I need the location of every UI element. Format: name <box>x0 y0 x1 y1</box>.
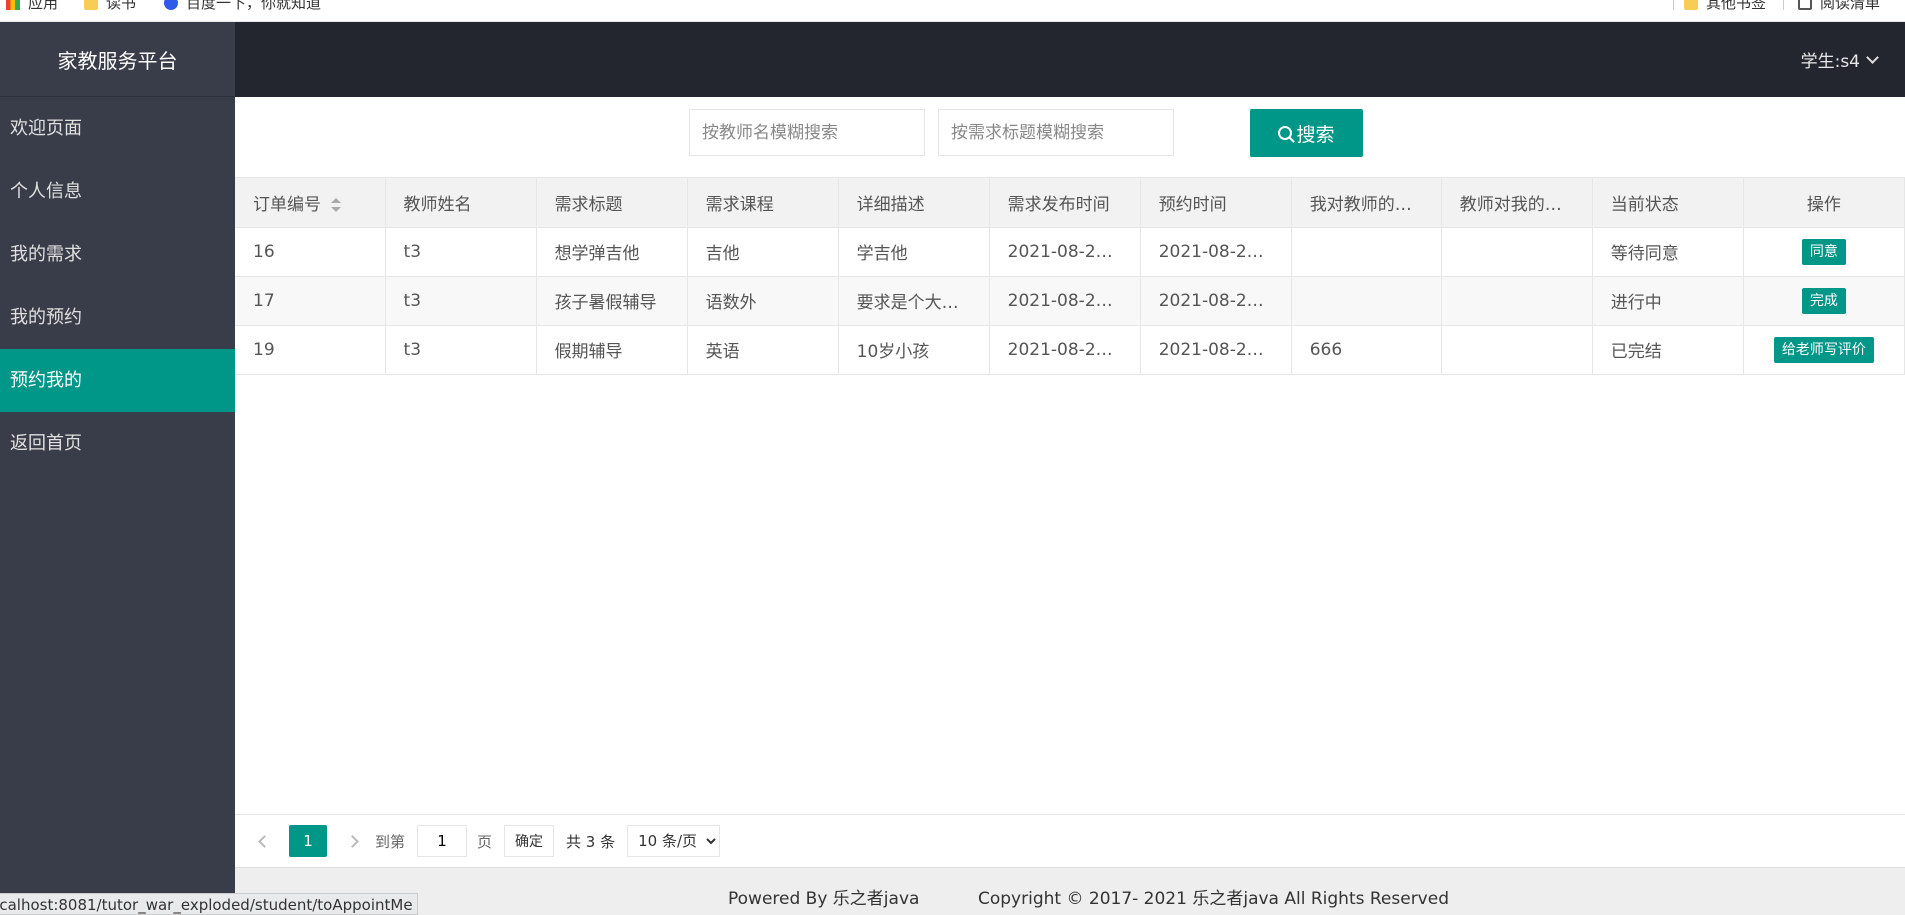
user-name: 学生:s4 <box>1800 52 1860 72</box>
cell-description: 10岁小孩 <box>838 325 990 375</box>
sort-icon[interactable] <box>331 197 341 212</box>
cell-teacher-eval <box>1441 276 1593 326</box>
user-menu[interactable]: 学生:s4 <box>1800 22 1879 97</box>
cell-appoint-time: 2021-08-20 … <box>1140 276 1292 326</box>
goto-page-input[interactable] <box>417 825 468 857</box>
pagination: 1 到第 页 确定 共 3 条 10 条/页 <box>235 814 1905 867</box>
page-size-select[interactable]: 10 条/页 <box>627 825 721 857</box>
cell-description: 学吉他 <box>838 227 990 277</box>
app-logo: 家教服务平台 <box>0 22 235 97</box>
cell-order-id: 19 <box>235 325 386 375</box>
sidebar: 家教服务平台 欢迎页面 个人信息 我的需求 我的预约 预约我的 返回首页 <box>0 22 235 915</box>
column-header-actions: 操作 <box>1743 178 1905 228</box>
page-1-button[interactable]: 1 <box>289 825 327 857</box>
sidebar-item-welcome[interactable]: 欢迎页面 <box>0 97 235 160</box>
cell-title: 假期辅导 <box>536 325 688 375</box>
cell-course: 吉他 <box>687 227 839 277</box>
column-header-status: 当前状态 <box>1592 178 1744 228</box>
search-button[interactable]: 搜索 <box>1250 109 1363 157</box>
sidebar-item-my-demands[interactable]: 我的需求 <box>0 223 235 286</box>
bookmark-baidu[interactable]: 百度一下，你就知道 <box>164 0 321 13</box>
cell-teacher: t3 <box>385 227 537 277</box>
folder-icon <box>1684 0 1698 10</box>
footer: Powered By 乐之者java Copyright © 2017- 202… <box>235 867 1905 915</box>
column-header-my-eval: 我对教师的评价 <box>1291 178 1442 228</box>
footer-copyright: Copyright © 2017- 2021 乐之者java All Right… <box>978 889 1449 909</box>
browser-status-url: localhost:8081/tutor_war_exploded/studen… <box>0 893 418 915</box>
column-header-appoint-time: 预约时间 <box>1140 178 1292 228</box>
cell-appoint-time: 2021-08-20 … <box>1140 325 1292 375</box>
cell-status: 等待同意 <box>1592 227 1744 277</box>
cell-actions: 同意 <box>1743 227 1905 277</box>
agree-button[interactable]: 同意 <box>1801 238 1846 265</box>
folder-icon <box>84 0 98 10</box>
column-header-title: 需求标题 <box>536 178 688 228</box>
goto-label: 到第 <box>375 832 406 851</box>
cell-order-id: 17 <box>235 276 386 326</box>
column-header-teacher: 教师姓名 <box>385 178 537 228</box>
sidebar-item-appointed-me[interactable]: 预约我的 <box>0 349 235 412</box>
teacher-search-input[interactable] <box>689 109 925 156</box>
table-header-row: 订单编号 教师姓名 需求标题 需求课程 详细描述 需求发布时间 预约时间 我对教… <box>235 178 1905 228</box>
search-bar <box>689 109 1174 156</box>
bookmark-bar: 应用 读书 百度一下，你就知道 其他书签 阅读清单 <box>0 0 1905 22</box>
title-search-input[interactable] <box>938 109 1174 156</box>
appointments-table: 订单编号 教师姓名 需求标题 需求课程 详细描述 需求发布时间 预约时间 我对教… <box>235 177 1905 375</box>
reading-list-icon <box>1798 0 1812 10</box>
cell-my-eval <box>1291 276 1442 326</box>
page-unit-label: 页 <box>477 832 493 851</box>
cell-my-eval <box>1291 227 1442 277</box>
column-header-teacher-eval: 教师对我的评价 <box>1441 178 1593 228</box>
cell-publish-time: 2021-08-20 … <box>989 227 1141 277</box>
table-row: 17 t3 孩子暑假辅导 语数外 要求是个大学生 2021-08-20 … 20… <box>235 276 1905 326</box>
sidebar-item-profile[interactable]: 个人信息 <box>0 160 235 223</box>
sidebar-item-my-appointments[interactable]: 我的预约 <box>0 286 235 349</box>
total-count: 共 3 条 <box>566 832 616 851</box>
cell-actions: 完成 <box>1743 276 1905 326</box>
footer-powered: Powered By 乐之者java <box>728 889 920 909</box>
column-header-description: 详细描述 <box>838 178 990 228</box>
cell-status: 进行中 <box>1592 276 1744 326</box>
cell-teacher: t3 <box>385 325 537 375</box>
prev-page-icon[interactable] <box>253 830 275 852</box>
main-content: 搜索 订单编号 教师姓名 需求标题 需求课程 详细描述 需求发布时间 预约时间 … <box>235 97 1905 867</box>
sidebar-item-home[interactable]: 返回首页 <box>0 412 235 475</box>
baidu-icon <box>164 0 178 10</box>
write-review-button[interactable]: 给老师写评价 <box>1773 336 1874 363</box>
next-page-icon[interactable] <box>341 830 363 852</box>
column-header-publish-time: 需求发布时间 <box>989 178 1141 228</box>
column-header-order-id[interactable]: 订单编号 <box>235 178 386 228</box>
cell-actions: 给老师写评价 <box>1743 325 1905 375</box>
cell-teacher: t3 <box>385 276 537 326</box>
cell-publish-time: 2021-08-20 … <box>989 276 1141 326</box>
bookmark-apps[interactable]: 应用 <box>6 0 58 13</box>
cell-course: 英语 <box>687 325 839 375</box>
bookmark-reading-list[interactable]: 阅读清单 <box>1798 0 1880 13</box>
cell-my-eval: 666 <box>1291 325 1442 375</box>
search-icon <box>1278 126 1293 140</box>
table-row: 19 t3 假期辅导 英语 10岁小孩 2021-08-20 … 2021-08… <box>235 325 1905 375</box>
column-header-course: 需求课程 <box>687 178 839 228</box>
cell-teacher-eval <box>1441 227 1593 277</box>
cell-title: 想学弹吉他 <box>536 227 688 277</box>
top-header: 学生:s4 <box>235 22 1905 97</box>
cell-publish-time: 2021-08-20 … <box>989 325 1141 375</box>
cell-title: 孩子暑假辅导 <box>536 276 688 326</box>
cell-course: 语数外 <box>687 276 839 326</box>
cell-appoint-time: 2021-08-20 … <box>1140 227 1292 277</box>
table-row: 16 t3 想学弹吉他 吉他 学吉他 2021-08-20 … 2021-08-… <box>235 227 1905 277</box>
cell-status: 已完结 <box>1592 325 1744 375</box>
cell-order-id: 16 <box>235 227 386 277</box>
bookmark-reading[interactable]: 读书 <box>84 0 136 13</box>
goto-confirm-button[interactable]: 确定 <box>504 825 555 857</box>
complete-button[interactable]: 完成 <box>1801 287 1846 314</box>
chevron-down-icon <box>1866 50 1879 64</box>
cell-description: 要求是个大学生 <box>838 276 990 326</box>
apps-icon <box>6 0 20 10</box>
bookmark-other[interactable]: 其他书签 <box>1684 0 1766 13</box>
cell-teacher-eval <box>1441 325 1593 375</box>
